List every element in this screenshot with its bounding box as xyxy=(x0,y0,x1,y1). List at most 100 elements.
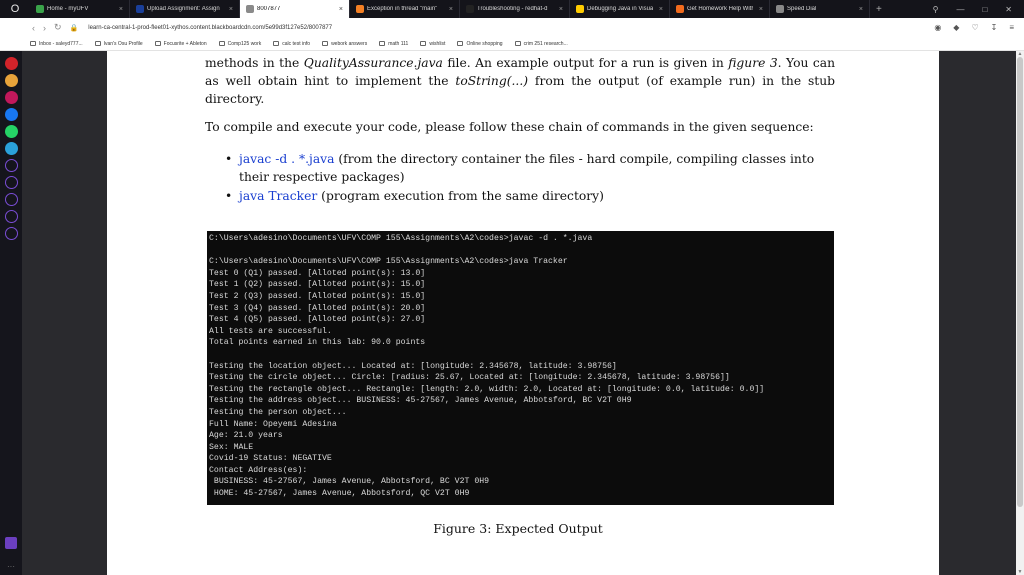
easy-setup-icon[interactable]: ≡ xyxy=(1009,23,1014,32)
whatsapp-icon[interactable] xyxy=(4,125,18,138)
shopping-bag-icon[interactable] xyxy=(4,74,18,87)
lock-icon[interactable]: 🔒 xyxy=(70,24,79,32)
tab-close-icon[interactable]: × xyxy=(339,6,343,13)
tab-close-icon[interactable]: × xyxy=(119,6,123,13)
bookmark-item[interactable]: Online shopping xyxy=(457,41,503,47)
close-window-icon[interactable]: ✕ xyxy=(1005,5,1012,14)
terminal-line: HOME: 45-27567, James Avenue, Abbotsford… xyxy=(209,489,470,499)
terminal-line: C:\Users\adesino\Documents\UFV\COMP 155\… xyxy=(209,234,593,243)
window-controls: ⚲ — □ ✕ xyxy=(933,0,1024,18)
camera-icon[interactable]: ◉ xyxy=(934,23,941,32)
more-icon[interactable]: ··· xyxy=(7,562,15,571)
bookmark-item[interactable]: Focusrite + Ableton xyxy=(154,41,207,47)
folder-icon xyxy=(322,41,329,46)
send-icon[interactable] xyxy=(4,176,18,189)
bookmark-label: crim 251 research... xyxy=(523,40,568,47)
terminal-line: C:\Users\adesino\Documents\UFV\COMP 155\… xyxy=(209,257,568,267)
scrollbar[interactable]: ▲ ▼ xyxy=(1016,51,1024,575)
forward-icon[interactable]: › xyxy=(43,23,46,33)
tab-close-icon[interactable]: × xyxy=(859,6,863,13)
bookmark-item[interactable]: webork answers xyxy=(322,41,367,47)
bookmark-item[interactable]: Ivan's Osu Profile xyxy=(94,40,143,47)
scrollbar-thumb[interactable] xyxy=(1017,57,1023,507)
terminal-line: Sex: MALE xyxy=(209,442,254,452)
document-body: methods in the QualityAssurance.java fil… xyxy=(205,54,835,206)
terminal-line: Testing the rectangle object... Rectangl… xyxy=(209,384,765,394)
heart-icon[interactable]: ♡ xyxy=(971,23,978,32)
terminal-line: Total points earned in this lab: 90.0 po… xyxy=(209,338,426,348)
paragraph-intro: methods in the QualityAssurance.java fil… xyxy=(205,56,836,106)
bookmark-item[interactable]: calc test info xyxy=(273,41,310,47)
tab-label: 8007877 xyxy=(257,6,281,12)
bookmark-label: math 111 xyxy=(388,40,409,47)
bookmark-label: Ivan's Osu Profile xyxy=(103,40,143,47)
bookmark-item[interactable]: Comp125 work xyxy=(218,41,261,47)
pdf-viewer: methods in the QualityAssurance.java fil… xyxy=(22,51,1024,575)
tab-4[interactable]: Troubleshooting - redhat-d × xyxy=(460,0,570,18)
history-icon[interactable] xyxy=(4,193,18,206)
url-field[interactable]: learn-ca-central-1-prod-fleet01-xythos.c… xyxy=(88,25,332,31)
tab-favicon-icon xyxy=(356,5,364,13)
tab-7[interactable]: Speed Dial × xyxy=(770,0,870,18)
minimize-icon[interactable]: — xyxy=(956,5,964,14)
terminal-line: Testing the person object... xyxy=(209,407,347,417)
tab-2[interactable]: 8007877 × xyxy=(240,0,350,18)
chat-bubble-icon[interactable] xyxy=(4,91,18,104)
tab-close-icon[interactable]: × xyxy=(449,6,453,13)
terminal-line: Covid-19 Status: NEGATIVE xyxy=(209,454,332,464)
bookmark-item[interactable]: wishlist xyxy=(420,41,445,47)
folder-icon xyxy=(457,41,464,46)
terminal-line: Testing the address object... BUSINESS: … xyxy=(209,396,632,406)
terminal-line: Testing the circle object... Circle: [ra… xyxy=(209,373,730,383)
workspace-icon[interactable] xyxy=(5,537,17,549)
terminal-line: BUSINESS: 45-27567, James Avenue, Abbots… xyxy=(209,477,490,487)
opera-o-icon[interactable] xyxy=(4,57,18,70)
telegram-icon[interactable] xyxy=(4,142,18,155)
scroll-down-icon[interactable]: ▼ xyxy=(1016,569,1024,575)
tab-close-icon[interactable]: × xyxy=(229,6,233,13)
tab-close-icon[interactable]: × xyxy=(759,6,763,13)
bookmark-item[interactable]: math 111 xyxy=(379,41,408,47)
bookmarks-bar: Inbox - saleyd777... Ivan's Osu Profile Fo… xyxy=(0,37,1024,51)
bookmark-favicon-icon xyxy=(94,41,101,46)
tab-1[interactable]: Upload Assignment: Assign × xyxy=(130,0,240,18)
maximize-icon[interactable]: □ xyxy=(982,5,987,14)
command-list-item: java Tracker (program execution from the… xyxy=(225,187,835,205)
back-icon[interactable]: ‹ xyxy=(32,23,35,33)
tab-3[interactable]: Exception in thread "main" × xyxy=(350,0,460,18)
search-tabs-icon[interactable]: ⚲ xyxy=(933,5,939,14)
download-icon[interactable]: ↧ xyxy=(991,23,998,32)
player-icon[interactable] xyxy=(4,159,18,172)
tab-0[interactable]: Home - myUFV × xyxy=(30,0,130,18)
tab-6[interactable]: Get Homework Help With × xyxy=(670,0,770,18)
tab-close-icon[interactable]: × xyxy=(559,6,563,13)
tab-label: Speed Dial xyxy=(787,6,817,12)
tab-label: Home - myUFV xyxy=(47,6,89,12)
messenger-icon[interactable] xyxy=(4,108,18,121)
folder-icon xyxy=(379,41,386,46)
bookmark-item[interactable]: crim 251 research... xyxy=(514,40,568,47)
terminal-line: Test 2 (Q3) passed. [Alloted point(s): 1… xyxy=(209,291,426,301)
tab-favicon-icon xyxy=(136,5,144,13)
tab-favicon-icon xyxy=(36,5,44,13)
tab-5[interactable]: Debugging Java in Visual S × xyxy=(570,0,670,18)
paragraph-compile: To compile and execute your code, please… xyxy=(205,120,814,134)
gear-icon[interactable] xyxy=(4,227,18,240)
command-list: javac -d . *.java (from the directory co… xyxy=(225,150,835,205)
terminal-line: All tests are successful. xyxy=(209,326,332,336)
box-icon[interactable] xyxy=(4,210,18,223)
folder-icon xyxy=(218,41,225,46)
terminal-line: Testing the location object... Located a… xyxy=(209,361,617,371)
opera-menu-icon[interactable]: O xyxy=(0,0,30,18)
terminal-screenshot: C:\Users\adesino\Documents\UFV\COMP 155\… xyxy=(207,231,834,505)
tab-label: Get Homework Help With xyxy=(687,6,753,12)
new-tab-icon[interactable]: + xyxy=(876,4,882,15)
tab-label: Troubleshooting - redhat-d xyxy=(477,6,548,12)
tab-close-icon[interactable]: × xyxy=(659,6,663,13)
terminal-line: Test 0 (Q1) passed. [Alloted point(s): 1… xyxy=(209,268,426,278)
reload-icon[interactable]: ↻ xyxy=(54,22,62,33)
tab-favicon-icon xyxy=(676,5,684,13)
shield-icon[interactable]: ◆ xyxy=(953,23,959,32)
bookmark-item[interactable]: Inbox - saleyd777... xyxy=(30,41,83,47)
bookmark-favicon-icon xyxy=(30,41,36,46)
